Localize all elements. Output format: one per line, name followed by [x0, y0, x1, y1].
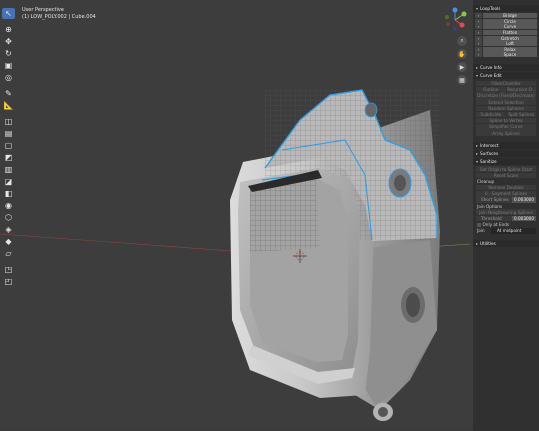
- join-select[interactable]: Join At midpoint: [476, 227, 536, 234]
- scale-tool-icon[interactable]: ▣: [2, 60, 15, 71]
- split-splines-button[interactable]: Split Splines: [506, 111, 536, 118]
- looptools-flatten[interactable]: › Flatten: [475, 30, 537, 36]
- looptools-curve[interactable]: › Curve: [475, 24, 537, 30]
- poly-build-tool-icon[interactable]: ◧: [2, 188, 15, 199]
- looptools-circle[interactable]: › Circle: [475, 18, 537, 25]
- looptools-space[interactable]: › Space: [475, 52, 537, 58]
- looptools-relax[interactable]: › Relax: [475, 46, 537, 53]
- random-spheres-button[interactable]: Random Spheres: [476, 105, 536, 112]
- panel-header-looptools[interactable]: ▾ LoopTools: [473, 5, 539, 12]
- select-box-tool-icon[interactable]: ↖: [2, 8, 15, 19]
- perspective-icon[interactable]: ▦: [457, 75, 467, 85]
- spin-tool-icon[interactable]: ◉: [2, 200, 15, 211]
- pan-icon[interactable]: ✋: [457, 49, 467, 59]
- looptools-loft[interactable]: › Loft: [475, 41, 537, 47]
- z-axis-icon[interactable]: [452, 7, 458, 13]
- shear-tool-icon[interactable]: ▱: [2, 248, 15, 259]
- remove-doubles-button[interactable]: Remove Doubles: [476, 184, 536, 191]
- 3d-viewport[interactable]: User Perspective (1) LOW_POLY.002 | Cube…: [0, 0, 539, 431]
- panel-header-sanitize[interactable]: ▾ Sanitize: [473, 158, 539, 166]
- move-tool-icon[interactable]: ✥: [2, 36, 15, 47]
- outline-row: Outline Recursive O...: [476, 86, 536, 93]
- checkbox-icon: [477, 223, 481, 227]
- inset-tool-icon[interactable]: ▢: [2, 140, 15, 151]
- cursor-tool-icon[interactable]: ⊕: [2, 24, 15, 35]
- rip-tool-icon[interactable]: ◳: [2, 264, 15, 275]
- viewport-hud: User Perspective (1) LOW_POLY.002 | Cube…: [22, 7, 96, 20]
- rotate-tool-icon[interactable]: ↻: [2, 48, 15, 59]
- reset-scale-button[interactable]: Reset Scale: [476, 172, 536, 179]
- panel-header-intersect[interactable]: ▸ Intersect: [473, 142, 539, 150]
- chevron-down-icon: ▾: [476, 159, 479, 165]
- fillet-chamfer-button[interactable]: Fillet/Chamfer: [476, 80, 536, 87]
- loop-cut-tool-icon[interactable]: ▥: [2, 164, 15, 175]
- x-axis-icon[interactable]: [459, 22, 465, 28]
- panel-header-curve-edit[interactable]: ▾ Curve Edit: [473, 71, 539, 79]
- navigation-gizmo[interactable]: [440, 6, 470, 34]
- y-axis-icon[interactable]: [461, 11, 467, 17]
- recursive-outline-button[interactable]: Recursive O...: [506, 86, 536, 93]
- chevron-down-icon: ▾: [476, 6, 479, 11]
- chevron-down-icon: ▾: [476, 72, 479, 78]
- short-splines-field[interactable]: Short Splines 0.003000: [476, 197, 536, 203]
- measure-tool-icon[interactable]: 📐: [2, 100, 15, 111]
- sidebar-panel: ▾ LoopTools › Bridge › Circle › Curve › Flatt…: [473, 0, 539, 431]
- shrink-fatten-tool-icon[interactable]: ◆: [2, 236, 15, 247]
- camera-icon[interactable]: ▶: [457, 62, 467, 72]
- chevron-right-icon: ▸: [476, 151, 479, 157]
- panel-header-utilities[interactable]: ▸ Utilities: [473, 239, 539, 247]
- knife-tool-icon[interactable]: ◪: [2, 176, 15, 187]
- transform-pivot-tool-icon[interactable]: ◰: [2, 276, 15, 287]
- panel-header-surfaces[interactable]: ▸ Surfaces: [473, 150, 539, 158]
- panel-header-curve-info[interactable]: ▸ Curve Info: [473, 63, 539, 71]
- array-splines-button[interactable]: Array Splines: [476, 130, 536, 136]
- smooth-tool-icon[interactable]: ⬡: [2, 212, 15, 223]
- simplifier-curve-button[interactable]: Simplifier Curve: [476, 124, 536, 130]
- extrude-tool-icon[interactable]: ▤: [2, 128, 15, 139]
- chevron-right-icon: ▸: [476, 143, 479, 149]
- navigation-buttons: ⌕ ✋ ▶ ▦: [457, 36, 467, 85]
- extend-selection-button[interactable]: Extend Selection: [476, 99, 536, 105]
- outline-button[interactable]: Outline: [476, 86, 506, 93]
- tool-shelf: ↖ ⊕ ✥ ↻ ▣ ◎ ✎ 📐 ◫ ▤ ▢ ◩ ▥ ◪ ◧ ◉ ⬡ ◈ ◆ ▱ …: [2, 8, 16, 287]
- zoom-icon[interactable]: ⌕: [457, 36, 467, 46]
- subdivide-button[interactable]: Subdivide: [476, 111, 506, 118]
- set-origin-button[interactable]: Set Origin to Spline Start: [476, 166, 536, 173]
- mesh-object[interactable]: [230, 89, 440, 421]
- transform-tool-icon[interactable]: ◎: [2, 72, 15, 83]
- annotate-tool-icon[interactable]: ✎: [2, 88, 15, 99]
- looptools-gstretch[interactable]: › Gstretch: [475, 35, 537, 41]
- edge-slide-tool-icon[interactable]: ◈: [2, 224, 15, 235]
- looptools-bridge[interactable]: › Bridge: [475, 13, 537, 19]
- object-info: (1) LOW_POLY.002 | Cube.004: [22, 13, 96, 20]
- subdivide-row: Subdivide Split Splines: [476, 111, 536, 118]
- join-neighbouring-button[interactable]: Join Neighbouring Splines: [476, 209, 536, 215]
- chevron-right-icon: ▸: [476, 64, 479, 70]
- discretize-button[interactable]: Discretize (Fixed/Decimate): [476, 93, 536, 99]
- threshold-field[interactable]: Threshold 0.003000: [476, 215, 536, 222]
- add-cube-tool-icon[interactable]: ◫: [2, 116, 15, 127]
- chevron-right-icon: ▸: [476, 240, 479, 246]
- bevel-tool-icon[interactable]: ◩: [2, 152, 15, 163]
- zero-segment-button[interactable]: 0 - Segment Splines: [476, 191, 536, 197]
- spline-to-vertex-button[interactable]: Spline to Vertex: [476, 117, 536, 124]
